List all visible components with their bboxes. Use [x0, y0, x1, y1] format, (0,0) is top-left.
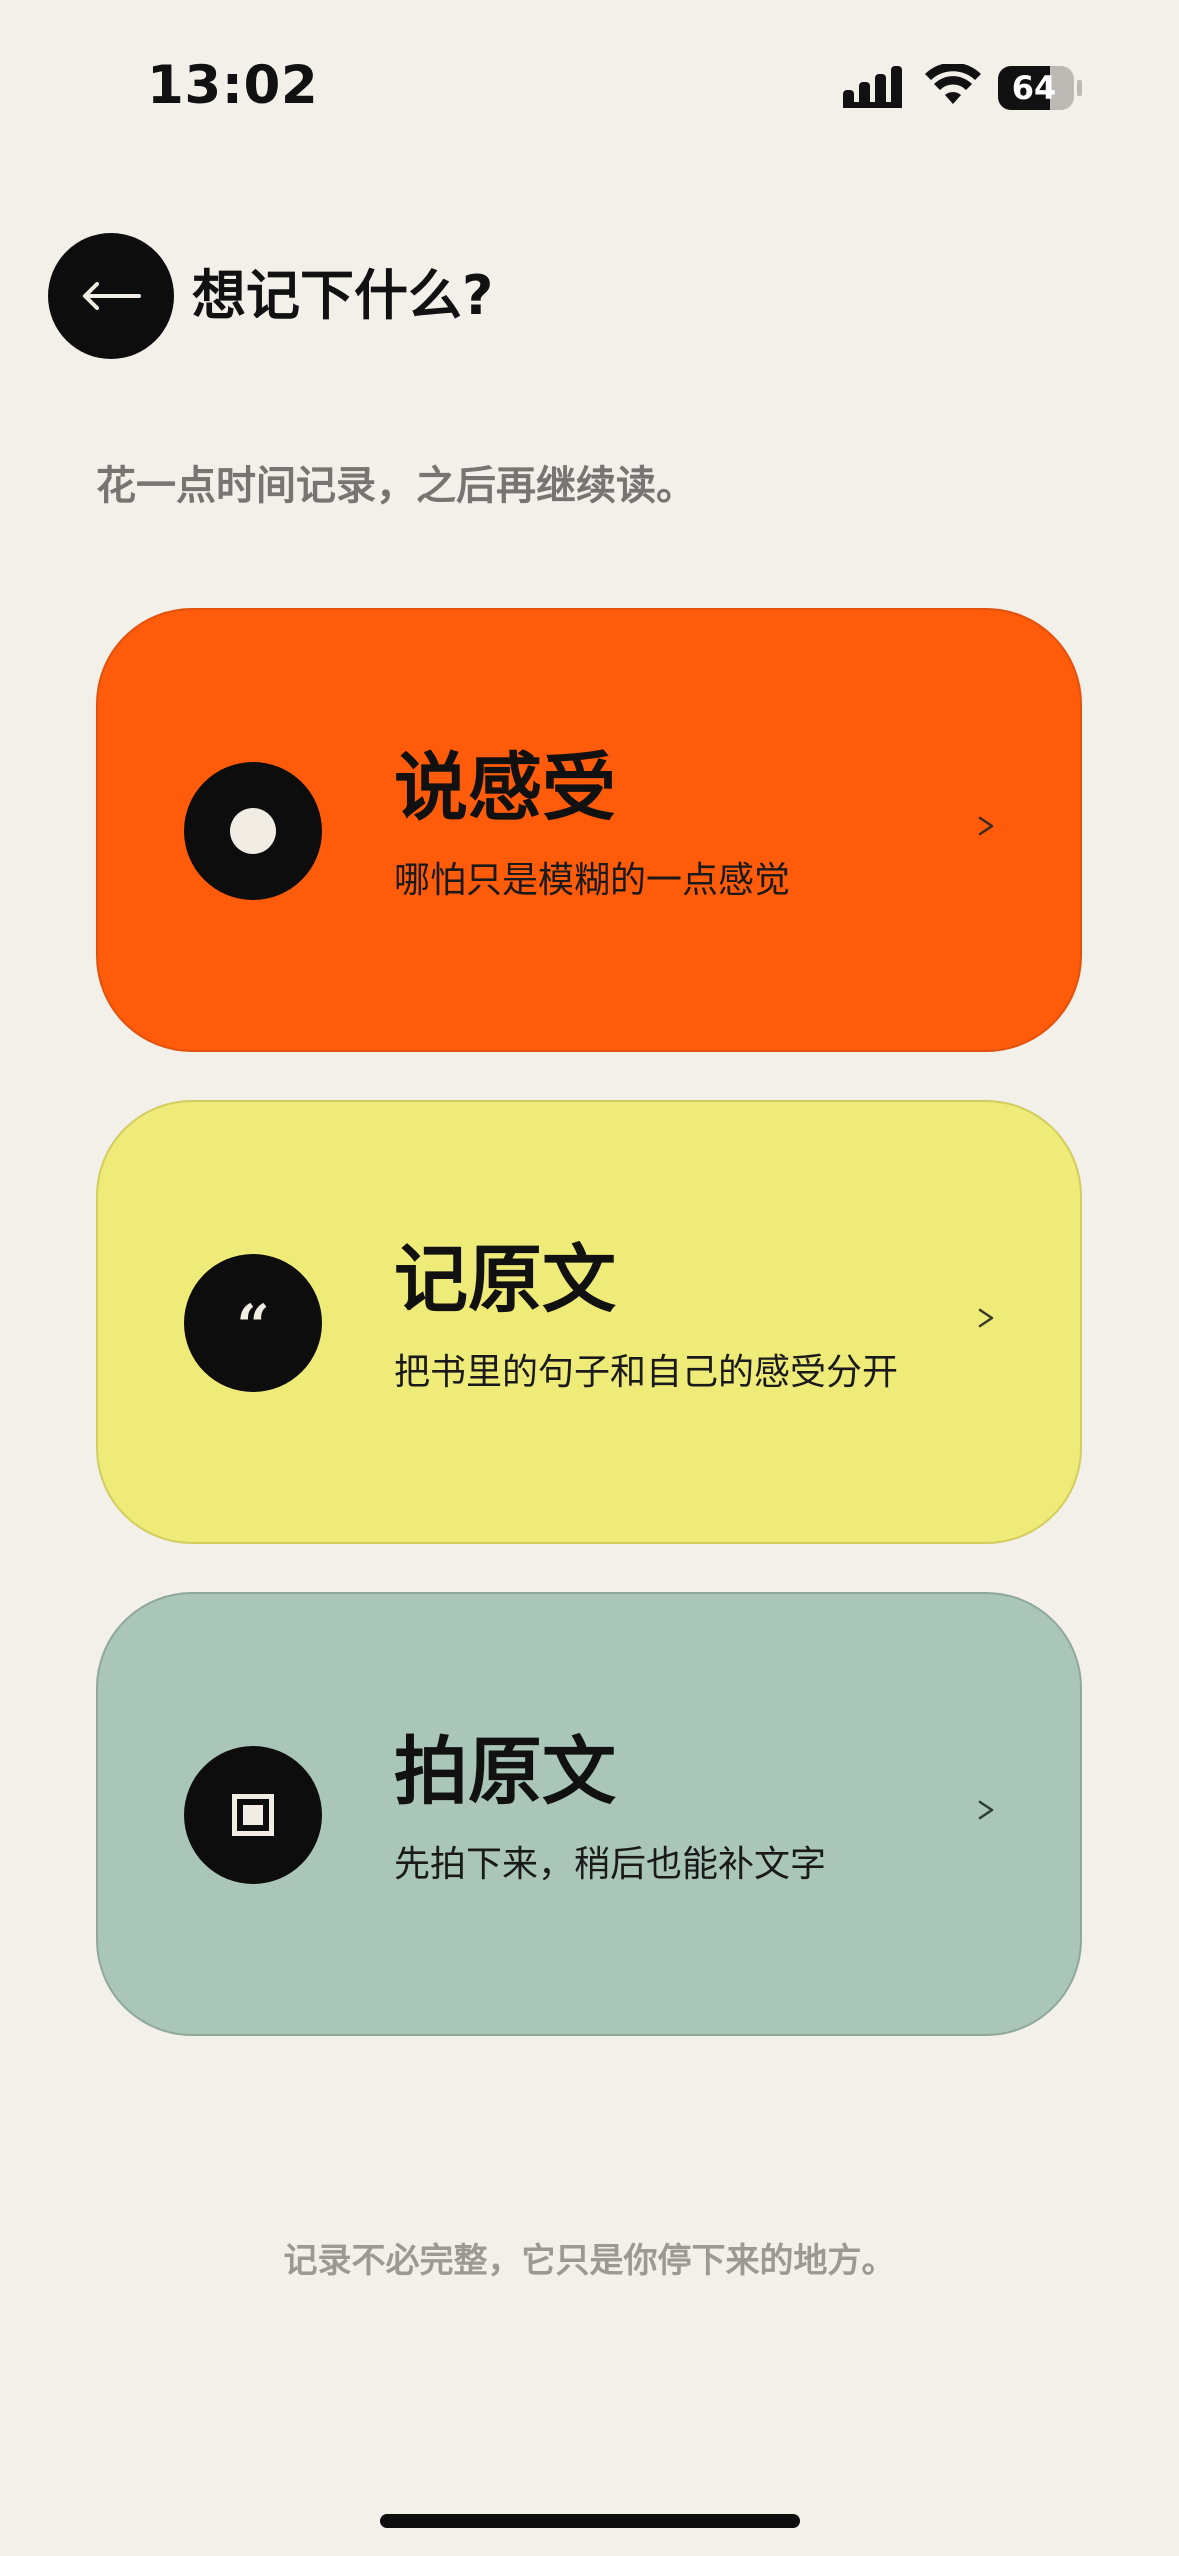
option-card-quote[interactable]: “ 记原文 把书里的句子和自己的感受分开 [96, 1100, 1082, 1544]
battery-indicator: 64 [998, 66, 1082, 110]
status-bar-time: 13:02 [147, 55, 319, 116]
page-subtitle: 花一点时间记录，之后再继续读。 [96, 463, 696, 509]
footer-note: 记录不必完整，它只是你停下来的地方。 [283, 2241, 896, 2281]
page-title: 想记下什么? [192, 264, 494, 327]
battery-level-text: 64 [1012, 69, 1057, 107]
option-card-feeling[interactable]: 说感受 哪怕只是模糊的一点感觉 [96, 608, 1082, 1052]
card-title: 说感受 [394, 745, 616, 831]
chevron-right-icon [978, 1800, 994, 1820]
quote-icon: “ [184, 1254, 322, 1392]
wifi-icon [925, 64, 981, 104]
option-card-photo[interactable]: 拍原文 先拍下来，稍后也能补文字 [96, 1592, 1082, 2036]
card-description: 把书里的句子和自己的感受分开 [394, 1352, 899, 1393]
home-indicator[interactable] [380, 2514, 800, 2528]
card-description: 哪怕只是模糊的一点感觉 [394, 860, 791, 901]
battery-icon: 64 [998, 66, 1082, 110]
chevron-right-icon [978, 1308, 994, 1328]
cellular-signal-icon [843, 66, 902, 108]
card-description: 先拍下来，稍后也能补文字 [394, 1844, 827, 1885]
dot-icon [184, 762, 322, 900]
card-title: 记原文 [394, 1237, 616, 1323]
back-button[interactable] [48, 233, 174, 359]
arrow-left-icon [83, 282, 141, 310]
chevron-right-icon [978, 816, 994, 836]
card-title: 拍原文 [394, 1729, 616, 1815]
camera-frame-icon [184, 1746, 322, 1884]
